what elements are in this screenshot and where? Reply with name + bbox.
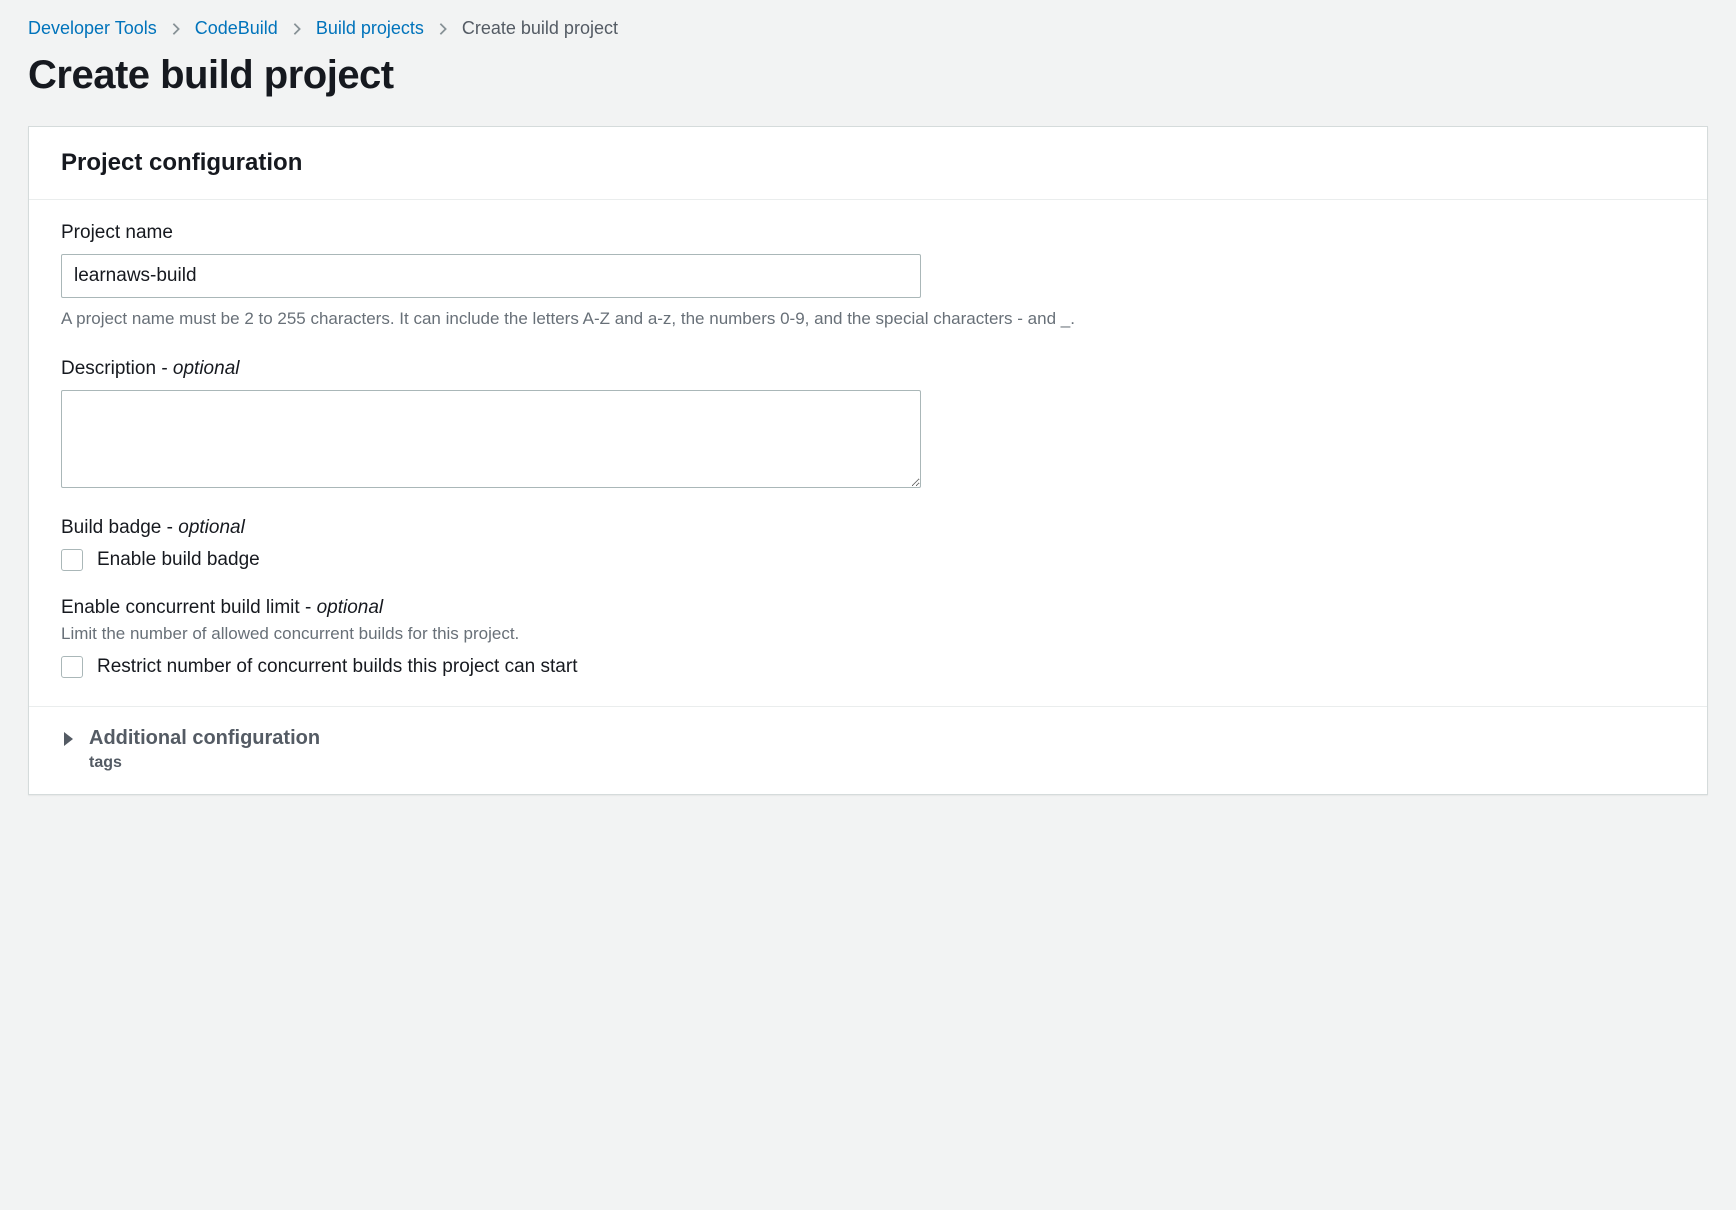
- concurrent-limit-hint: Limit the number of allowed concurrent b…: [61, 621, 1675, 647]
- project-configuration-panel: Project configuration Project name A pro…: [28, 126, 1708, 795]
- breadcrumb-developer-tools[interactable]: Developer Tools: [28, 18, 157, 39]
- restrict-concurrent-builds-checkbox-label[interactable]: Restrict number of concurrent builds thi…: [97, 656, 577, 678]
- breadcrumb-build-projects[interactable]: Build projects: [316, 18, 424, 39]
- description-label-optional: optional: [173, 358, 240, 379]
- additional-configuration-title: Additional configuration: [89, 727, 320, 750]
- additional-configuration-expander[interactable]: Additional configuration tags: [61, 727, 1675, 772]
- project-name-input[interactable]: [61, 254, 921, 298]
- concurrent-limit-label-text: Enable concurrent build limit -: [61, 597, 317, 618]
- chevron-right-icon: [292, 22, 302, 36]
- caret-right-icon: [61, 727, 75, 747]
- enable-build-badge-checkbox-label[interactable]: Enable build badge: [97, 549, 260, 571]
- panel-header-title: Project configuration: [61, 149, 1675, 177]
- additional-configuration-sub: tags: [89, 754, 320, 772]
- concurrent-limit-group: Enable concurrent build limit - optional…: [61, 597, 1675, 679]
- build-badge-label-optional: optional: [178, 517, 245, 538]
- enable-build-badge-checkbox[interactable]: [61, 549, 83, 571]
- concurrent-limit-label-optional: optional: [317, 597, 384, 618]
- panel-header: Project configuration: [29, 127, 1707, 200]
- description-label-text: Description -: [61, 358, 173, 379]
- build-badge-label: Build badge - optional: [61, 517, 1675, 539]
- breadcrumb-codebuild[interactable]: CodeBuild: [195, 18, 278, 39]
- description-textarea[interactable]: [61, 390, 921, 488]
- chevron-right-icon: [171, 22, 181, 36]
- breadcrumb-current: Create build project: [462, 18, 618, 39]
- project-name-hint: A project name must be 2 to 255 characte…: [61, 306, 1675, 332]
- page-title: Create build project: [28, 53, 1708, 98]
- build-badge-group: Build badge - optional Enable build badg…: [61, 517, 1675, 571]
- build-badge-label-text: Build badge -: [61, 517, 178, 538]
- project-name-group: Project name A project name must be 2 to…: [61, 222, 1675, 332]
- concurrent-limit-label: Enable concurrent build limit - optional: [61, 597, 1675, 619]
- breadcrumb: Developer Tools CodeBuild Build projects…: [28, 16, 1708, 39]
- restrict-concurrent-builds-checkbox[interactable]: [61, 656, 83, 678]
- additional-configuration-section: Additional configuration tags: [29, 706, 1707, 794]
- description-label: Description - optional: [61, 358, 1675, 380]
- project-name-label: Project name: [61, 222, 1675, 244]
- chevron-right-icon: [438, 22, 448, 36]
- description-group: Description - optional: [61, 358, 1675, 491]
